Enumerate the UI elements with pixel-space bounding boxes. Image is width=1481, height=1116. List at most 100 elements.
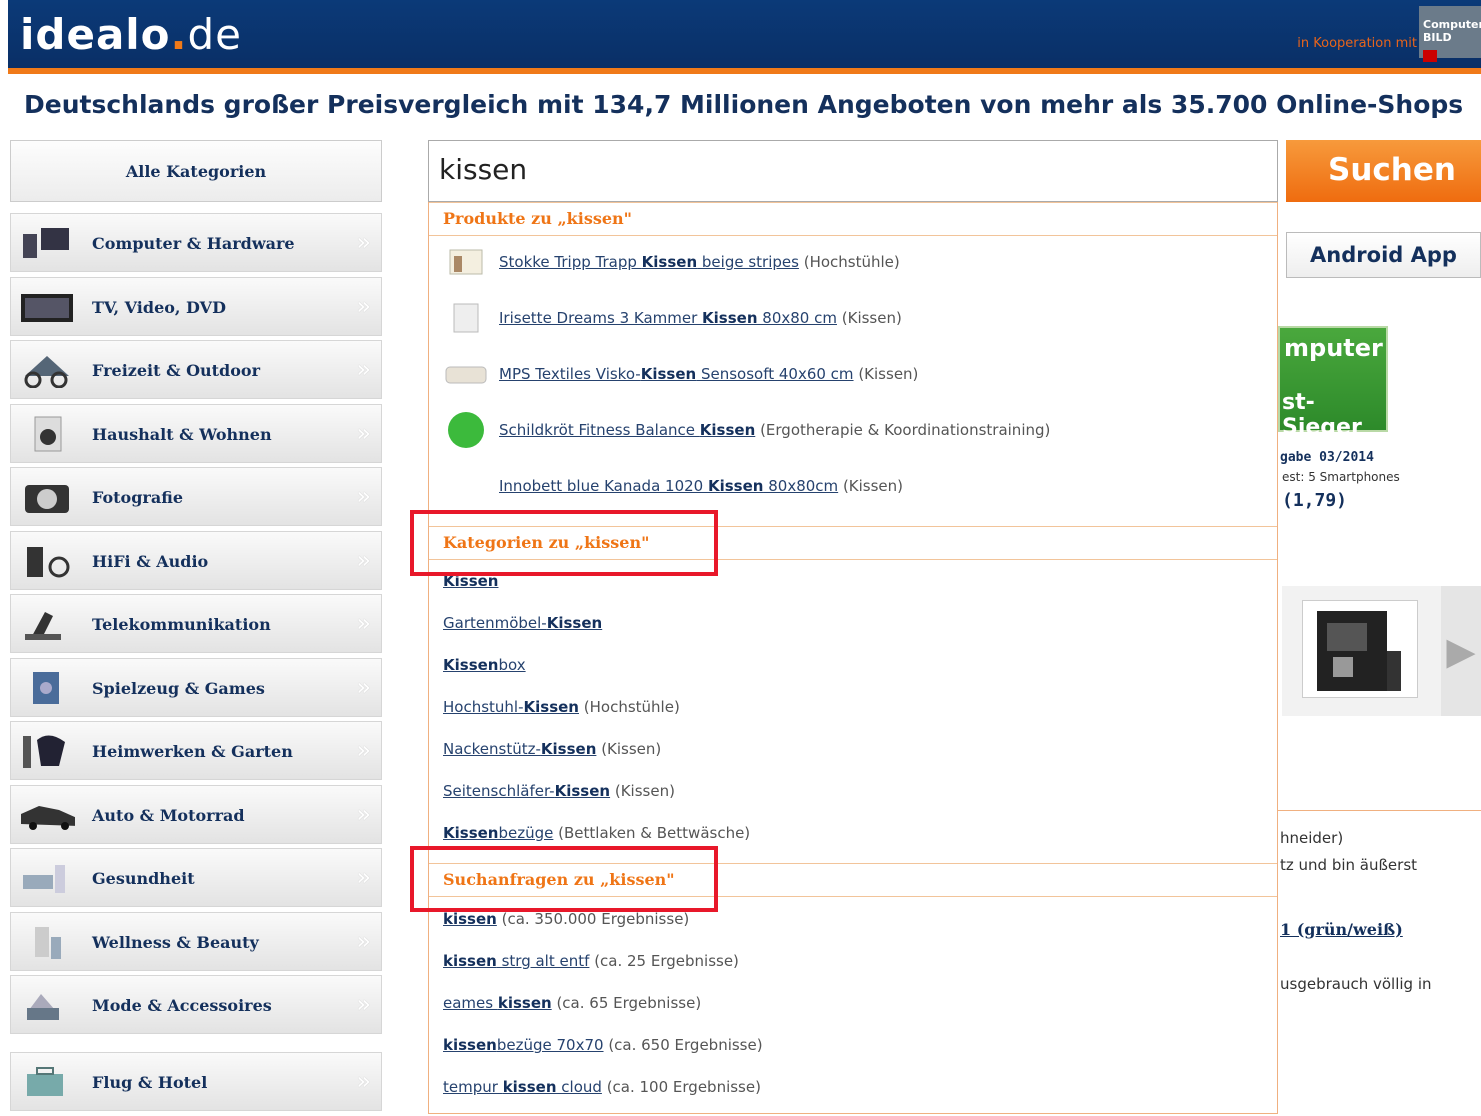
sidebar-category-label: Telekommunikation <box>92 615 271 634</box>
sidebar-category-item[interactable]: TV, Video, DVD » <box>10 276 382 336</box>
coffee-machine-image[interactable] <box>1302 600 1418 698</box>
sidebar-category-label: Wellness & Beauty <box>92 932 259 952</box>
product-suggestion[interactable]: Stokke Tripp Trapp Kissen beige stripes … <box>443 240 900 284</box>
fashion-icon <box>19 986 75 1024</box>
query-suggestion-link[interactable]: tempur kissen cloud <box>443 1078 602 1096</box>
sidebar-category-label: Mode & Accessoires <box>92 996 272 1015</box>
product-suggestion-link[interactable]: MPS Textiles Visko-Kissen Sensosoft 40x6… <box>499 365 854 383</box>
category-suggestion[interactable]: Seitenschläfer-Kissen (Kissen) <box>443 782 675 800</box>
chevron-right-icon: » <box>356 228 371 256</box>
suggestion-text: 80x80cm <box>763 477 839 495</box>
product-thumbnail <box>443 298 489 338</box>
suggestion-keyword: Kissen <box>702 309 758 327</box>
chevron-right-icon: » <box>356 863 371 891</box>
computer-bild-logo[interactable]: Computer BILD <box>1419 6 1481 62</box>
category-suggestion[interactable]: Kissenbox <box>443 656 526 674</box>
highlight-box-categories <box>410 510 718 576</box>
product-thumbnail <box>443 410 489 450</box>
category-suggestion-link[interactable]: Kissenbezüge <box>443 824 553 842</box>
sidebar-category-label: Flug & Hotel <box>92 1073 208 1092</box>
category-suggestion[interactable]: Gartenmöbel-Kissen <box>443 614 602 632</box>
all-categories-button[interactable]: Alle Kategorien <box>10 140 382 202</box>
category-suggestion-link[interactable]: Gartenmöbel-Kissen <box>443 614 602 632</box>
search-button[interactable]: Suchen <box>1286 140 1481 202</box>
bicycle-icon <box>19 351 75 389</box>
speaker-icon <box>19 542 75 580</box>
category-suggestion-link[interactable]: Seitenschläfer-Kissen <box>443 782 610 800</box>
category-suggestion-link[interactable]: Kissenbox <box>443 656 526 674</box>
suggestion-keyword: Kissen <box>443 824 499 842</box>
sidebar-category-item[interactable]: Spielzeug & Games » <box>10 657 382 717</box>
computer-icon <box>19 224 75 262</box>
category-suggestion-link[interactable]: Hochstuhl-Kissen <box>443 698 579 716</box>
suggestion-category: (Kissen) <box>858 365 919 383</box>
android-app-button[interactable]: Android App <box>1286 232 1481 278</box>
seal-top-text: mputer <box>1284 334 1383 362</box>
suggestion-category: (Kissen) <box>842 477 904 495</box>
query-suggestion[interactable]: kissen strg alt entf (ca. 25 Ergebnisse) <box>443 952 739 970</box>
search-input[interactable]: kissen <box>428 140 1278 202</box>
carousel-next-icon[interactable]: ▶ <box>1441 586 1481 716</box>
seal-issue: gabe 03/2014 <box>1280 450 1374 465</box>
product-suggestion[interactable]: Innobett blue Kanada 1020 Kissen 80x80cm… <box>443 464 903 508</box>
suggestion-text: box <box>498 656 526 674</box>
suggestion-text: MPS Textiles Visko- <box>499 365 641 383</box>
suggestion-text: 80x80 cm <box>757 309 837 327</box>
sidebar-category-item[interactable]: HiFi & Audio » <box>10 530 382 590</box>
sidebar-category-item[interactable]: Heimwerken & Garten » <box>10 721 382 780</box>
suggestion-category: (Hochstühle) <box>803 253 900 271</box>
suggestion-category: (Kissen) <box>841 309 902 327</box>
query-suggestion[interactable]: kissen (ca. 350.000 Ergebnisse) <box>443 910 689 928</box>
sidebar-category-label: TV, Video, DVD <box>92 297 226 317</box>
suggestion-extra: (Kissen) <box>601 740 662 758</box>
seal-bottom-text: st-Sieger <box>1282 390 1362 440</box>
product-suggestion-link[interactable]: Irisette Dreams 3 Kammer Kissen 80x80 cm <box>499 309 837 327</box>
product-suggestion-text: MPS Textiles Visko-Kissen Sensosoft 40x6… <box>499 365 918 383</box>
product-suggestion-text: Stokke Tripp Trapp Kissen beige stripes … <box>499 253 900 271</box>
product-suggestion-link[interactable]: Innobett blue Kanada 1020 Kissen 80x80cm <box>499 477 838 495</box>
right-divider <box>1278 810 1481 811</box>
phone-icon <box>19 605 75 643</box>
product-suggestion[interactable]: Schildkröt Fitness Balance Kissen (Ergot… <box>443 408 1050 452</box>
suggestion-text: beige stripes <box>697 253 799 271</box>
sidebar-category-item[interactable]: Freizeit & Outdoor » <box>10 340 382 399</box>
suggestion-keyword: kissen <box>443 952 497 970</box>
sidebar-category-item[interactable]: Computer & Hardware » <box>10 213 382 272</box>
suggestion-keyword: Kissen <box>523 698 579 716</box>
suggestion-keyword: kissen <box>443 910 497 928</box>
sidebar-category-item[interactable]: Flug & Hotel » <box>10 1052 382 1111</box>
sidebar-category-item[interactable]: Wellness & Beauty » <box>10 911 382 971</box>
sidebar-category-item[interactable]: Haushalt & Wohnen » <box>10 403 382 463</box>
category-suggestion-link[interactable]: Nackenstütz-Kissen <box>443 740 596 758</box>
sidebar-category-item[interactable]: Mode & Accessoires » <box>10 975 382 1034</box>
query-suggestion-link[interactable]: kissen strg alt entf <box>443 952 589 970</box>
product-suggestion[interactable]: MPS Textiles Visko-Kissen Sensosoft 40x6… <box>443 352 918 396</box>
sidebar-category-item[interactable]: Gesundheit » <box>10 848 382 907</box>
query-suggestion[interactable]: kissenbezüge 70x70 (ca. 650 Ergebnisse) <box>443 1036 763 1054</box>
sidebar-category-item[interactable]: Telekommunikation » <box>10 594 382 653</box>
suggestion-keyword: kissen <box>443 1036 497 1054</box>
query-suggestion-link[interactable]: kissenbezüge 70x70 <box>443 1036 604 1054</box>
suggestion-text: Sensosoft 40x60 cm <box>696 365 854 383</box>
product-suggestion[interactable]: Irisette Dreams 3 Kammer Kissen 80x80 cm… <box>443 296 902 340</box>
category-suggestion[interactable]: Hochstuhl-Kissen (Hochstühle) <box>443 698 680 716</box>
product-suggestion-link[interactable]: Stokke Tripp Trapp Kissen beige stripes <box>499 253 799 271</box>
suggestion-text: Irisette Dreams 3 Kammer <box>499 309 703 327</box>
suggestion-text: Gartenmöbel- <box>443 614 547 632</box>
sidebar-category-item[interactable]: Fotografie » <box>10 467 382 526</box>
query-suggestion-link[interactable]: eames kissen <box>443 994 552 1012</box>
suggestion-text: eames <box>443 994 498 1012</box>
category-suggestion[interactable]: Kissenbezüge (Bettlaken & Bettwäsche) <box>443 824 750 842</box>
product-suggestion-link[interactable]: Schildkröt Fitness Balance Kissen <box>499 421 755 439</box>
page-headline: Deutschlands großer Preisvergleich mit 1… <box>24 90 1464 119</box>
product-link[interactable]: 1 (grün/weiß) <box>1280 920 1403 939</box>
query-suggestion[interactable]: eames kissen (ca. 65 Ergebnisse) <box>443 994 701 1012</box>
query-suggestion-link[interactable]: kissen <box>443 910 497 928</box>
category-suggestion[interactable]: Nackenstütz-Kissen (Kissen) <box>443 740 661 758</box>
query-suggestion[interactable]: tempur kissen cloud (ca. 100 Ergebnisse) <box>443 1078 761 1096</box>
review-snippet: hneider) <box>1280 829 1344 847</box>
suggestion-keyword: kissen <box>497 994 552 1012</box>
idealo-logo[interactable]: idealo.de <box>20 10 242 59</box>
sidebar-category-item[interactable]: Auto & Motorrad » <box>10 784 382 844</box>
chevron-right-icon: » <box>356 418 371 447</box>
